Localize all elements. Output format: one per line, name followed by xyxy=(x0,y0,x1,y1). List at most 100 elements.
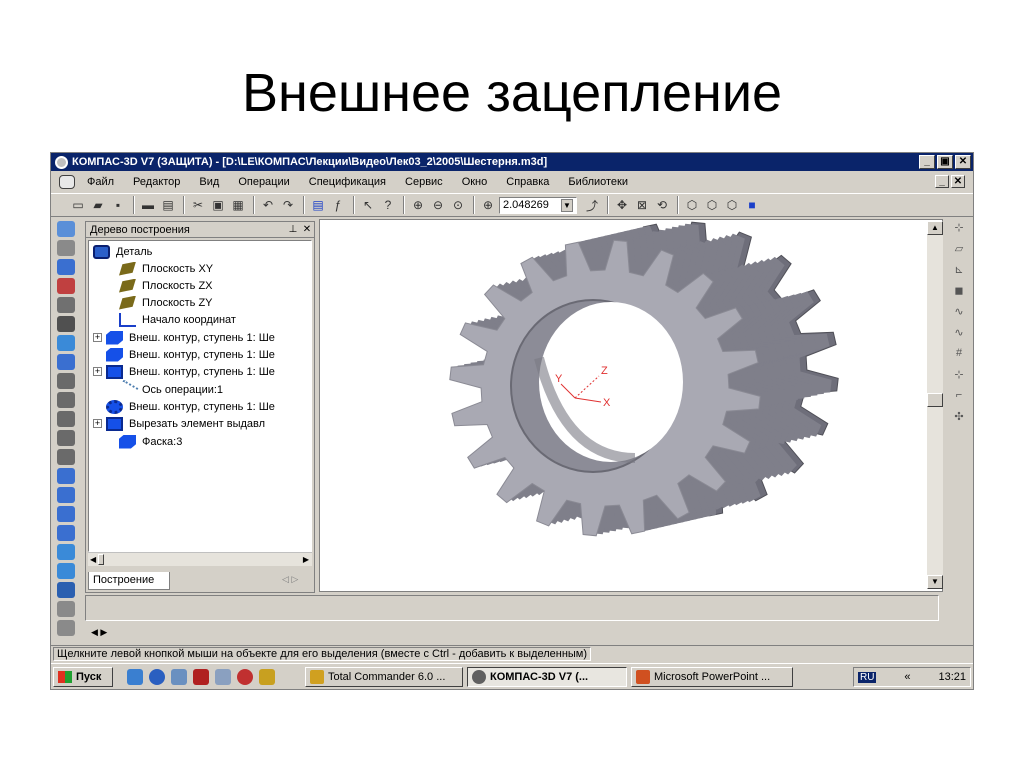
menu-file[interactable]: Файл xyxy=(87,176,114,188)
explorer-icon[interactable] xyxy=(171,668,187,685)
scroll-thumb[interactable] xyxy=(927,393,943,407)
axis-tool-icon[interactable]: ⊾ xyxy=(950,263,968,278)
new-file-icon[interactable]: ▭ xyxy=(69,196,87,214)
fillet-tool-icon[interactable] xyxy=(57,506,75,522)
edit-tool-icon[interactable] xyxy=(57,278,75,294)
expand-icon[interactable]: + xyxy=(93,333,102,342)
paste-icon[interactable]: ▦ xyxy=(229,196,247,214)
menu-service[interactable]: Сервис xyxy=(405,176,443,188)
properties-icon[interactable]: ▤ xyxy=(309,196,327,214)
tree-item-cut[interactable]: + Вырезать элемент выдавл xyxy=(93,415,265,432)
zoom-scale-icon[interactable]: ⊕ xyxy=(479,196,497,214)
snap-icon[interactable]: ⊹ xyxy=(950,368,968,383)
sketch-icon[interactable]: ⊹ xyxy=(950,221,968,236)
tray-expand-icon[interactable]: « xyxy=(904,671,910,683)
pin-icon[interactable]: ⊥ xyxy=(286,224,300,235)
measure-tool-icon[interactable] xyxy=(57,297,75,313)
hidden-lines-icon[interactable]: ⬡ xyxy=(703,196,721,214)
print-icon[interactable]: ▬ xyxy=(139,196,157,214)
doc-minimize-button[interactable]: _ xyxy=(935,175,949,188)
filter-tool-icon[interactable] xyxy=(57,316,75,332)
media-player-icon[interactable] xyxy=(149,668,165,685)
hole-tool-icon[interactable] xyxy=(57,544,75,560)
model-viewport[interactable]: Y Z X xyxy=(319,219,943,592)
scroll-up-icon[interactable]: ▲ xyxy=(927,221,943,235)
tree-item-plane-xy[interactable]: Плоскость XY xyxy=(119,260,213,277)
tree-item-part[interactable]: Деталь xyxy=(93,243,152,260)
save-icon[interactable]: ▪ xyxy=(109,196,127,214)
desktop-icon[interactable] xyxy=(127,668,143,685)
panel-nav-icon[interactable]: ◀ ▶ xyxy=(91,627,107,638)
browser-icon[interactable] xyxy=(237,668,253,685)
function-icon[interactable]: ƒ xyxy=(329,196,347,214)
doc-close-button[interactable]: ✕ xyxy=(951,175,965,188)
zoom-scale-field[interactable]: 2.048269 ▼ xyxy=(499,196,577,214)
document-icon[interactable] xyxy=(59,175,75,189)
extrude-tool-icon[interactable] xyxy=(57,392,75,408)
wireframe-icon[interactable]: ⬡ xyxy=(683,196,701,214)
tree-item-extrude-1[interactable]: + Внеш. контур, ступень 1: Ше xyxy=(93,329,275,346)
hidden-thin-icon[interactable]: ⬡ xyxy=(723,196,741,214)
solid-tool-icon[interactable]: ◼ xyxy=(950,284,968,299)
maximize-button[interactable]: ▣ xyxy=(937,155,953,169)
tree-close-icon[interactable]: ✕ xyxy=(300,224,314,235)
copy-icon[interactable]: ▣ xyxy=(209,196,227,214)
pan-icon[interactable]: ✥ xyxy=(613,196,631,214)
open-file-icon[interactable]: ▰ xyxy=(89,196,107,214)
task-total-commander[interactable]: Total Commander 6.0 ... xyxy=(305,666,463,687)
chevron-down-icon[interactable]: ▼ xyxy=(561,198,573,212)
tree-list[interactable]: Деталь Плоскость XY Плоскость ZX Плоскос… xyxy=(88,240,312,552)
tree-item-chamfer[interactable]: Фаска:3 xyxy=(119,433,182,450)
scroll-thumb[interactable] xyxy=(98,554,104,565)
shell-tool-icon[interactable] xyxy=(57,601,75,617)
cut-icon[interactable]: ✂ xyxy=(189,196,207,214)
scroll-down-icon[interactable]: ▼ xyxy=(927,575,943,589)
rotate-tool-icon[interactable] xyxy=(57,411,75,427)
spec-tool-icon[interactable] xyxy=(57,335,75,351)
task-powerpoint[interactable]: Microsoft PowerPoint ... xyxy=(631,666,793,687)
tab-construction[interactable]: Построение xyxy=(88,572,170,590)
loft-tool-icon[interactable] xyxy=(57,449,75,465)
tree-item-plane-zy[interactable]: Плоскость ZY xyxy=(119,294,213,311)
tree-item-axis[interactable]: Ось операции:1 xyxy=(116,379,223,400)
settings-icon[interactable] xyxy=(259,668,275,685)
curve-tool-icon[interactable]: ∿ xyxy=(950,326,968,341)
kinematic-tool-icon[interactable] xyxy=(57,430,75,446)
zoom-out-icon[interactable]: ⊖ xyxy=(429,196,447,214)
tree-item-plane-zx[interactable]: Плоскость ZX xyxy=(119,277,213,294)
select-tool-icon[interactable] xyxy=(57,221,75,237)
save-icon[interactable] xyxy=(193,668,209,685)
tree-item-origin[interactable]: Начало координат xyxy=(119,311,236,328)
tab-scroll-icon[interactable]: ◁ ▷ xyxy=(282,574,298,585)
expand-icon[interactable]: + xyxy=(93,419,102,428)
task-kompas[interactable]: КОМПАС-3D V7 (... xyxy=(467,666,627,687)
cut-rotate-tool-icon[interactable] xyxy=(57,487,75,503)
grid-icon[interactable]: # xyxy=(950,347,968,362)
redo-icon[interactable]: ↷ xyxy=(279,196,297,214)
expand-icon[interactable]: + xyxy=(93,367,102,376)
ortho-icon[interactable]: ⌐ xyxy=(950,389,968,404)
tree-item-extrude-2[interactable]: Внеш. контур, ступень 1: Ше xyxy=(106,346,275,363)
rib-tool-icon[interactable] xyxy=(57,620,75,636)
language-indicator[interactable]: RU xyxy=(858,671,877,683)
geometry-tool-icon[interactable] xyxy=(57,240,75,256)
pointer-help-icon[interactable]: ↖ xyxy=(359,196,377,214)
dimension-tool-icon[interactable] xyxy=(57,259,75,275)
scroll-left-icon[interactable]: ◀ xyxy=(90,555,96,564)
menu-window[interactable]: Окно xyxy=(462,176,488,188)
help-icon[interactable]: ? xyxy=(379,196,397,214)
orientation-icon[interactable]: ⤴ xyxy=(583,196,601,214)
rotate-icon[interactable]: ⟲ xyxy=(653,196,671,214)
cut-extrude-tool-icon[interactable] xyxy=(57,468,75,484)
notes-icon[interactable] xyxy=(215,668,231,685)
minimize-button[interactable]: _ xyxy=(919,155,935,169)
tree-item-array[interactable]: Внеш. контур, ступень 1: Ше xyxy=(106,398,275,415)
menu-view[interactable]: Вид xyxy=(199,176,219,188)
chamfer-tool-icon[interactable] xyxy=(57,525,75,541)
zoom-window-icon[interactable]: ⊙ xyxy=(449,196,467,214)
print-preview-icon[interactable]: ▤ xyxy=(159,196,177,214)
shaded-icon[interactable]: ■ xyxy=(743,196,761,214)
close-button[interactable]: ✕ xyxy=(955,155,971,169)
undo-icon[interactable]: ↶ xyxy=(259,196,277,214)
viewport-vertical-scrollbar[interactable]: ▲ ▼ xyxy=(927,221,943,589)
